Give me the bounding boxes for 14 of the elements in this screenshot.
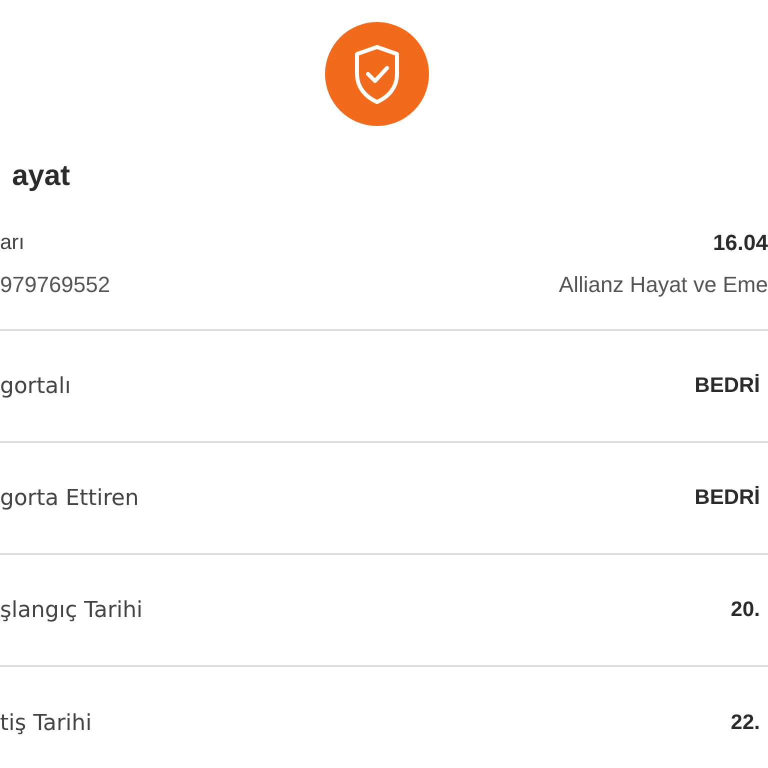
field-value: BEDRİ	[694, 486, 760, 510]
field-value: 22.	[730, 711, 760, 735]
field-label: şlangıç Tarihi	[0, 598, 143, 622]
policy-date: 16.04	[712, 229, 768, 257]
product-title: ayat	[11, 159, 72, 194]
policy-number: 979769552	[0, 271, 110, 299]
product-label: arı	[0, 230, 26, 256]
field-label: gorta Ettiren	[0, 486, 139, 510]
shield-check-icon	[325, 22, 429, 126]
field-value: BEDRİ	[694, 374, 760, 398]
company-name: Allianz Hayat ve Eme	[558, 271, 768, 299]
field-label: tiş Tarihi	[0, 710, 92, 736]
field-value: 20.	[730, 598, 760, 622]
field-label: gortalı	[0, 374, 71, 398]
